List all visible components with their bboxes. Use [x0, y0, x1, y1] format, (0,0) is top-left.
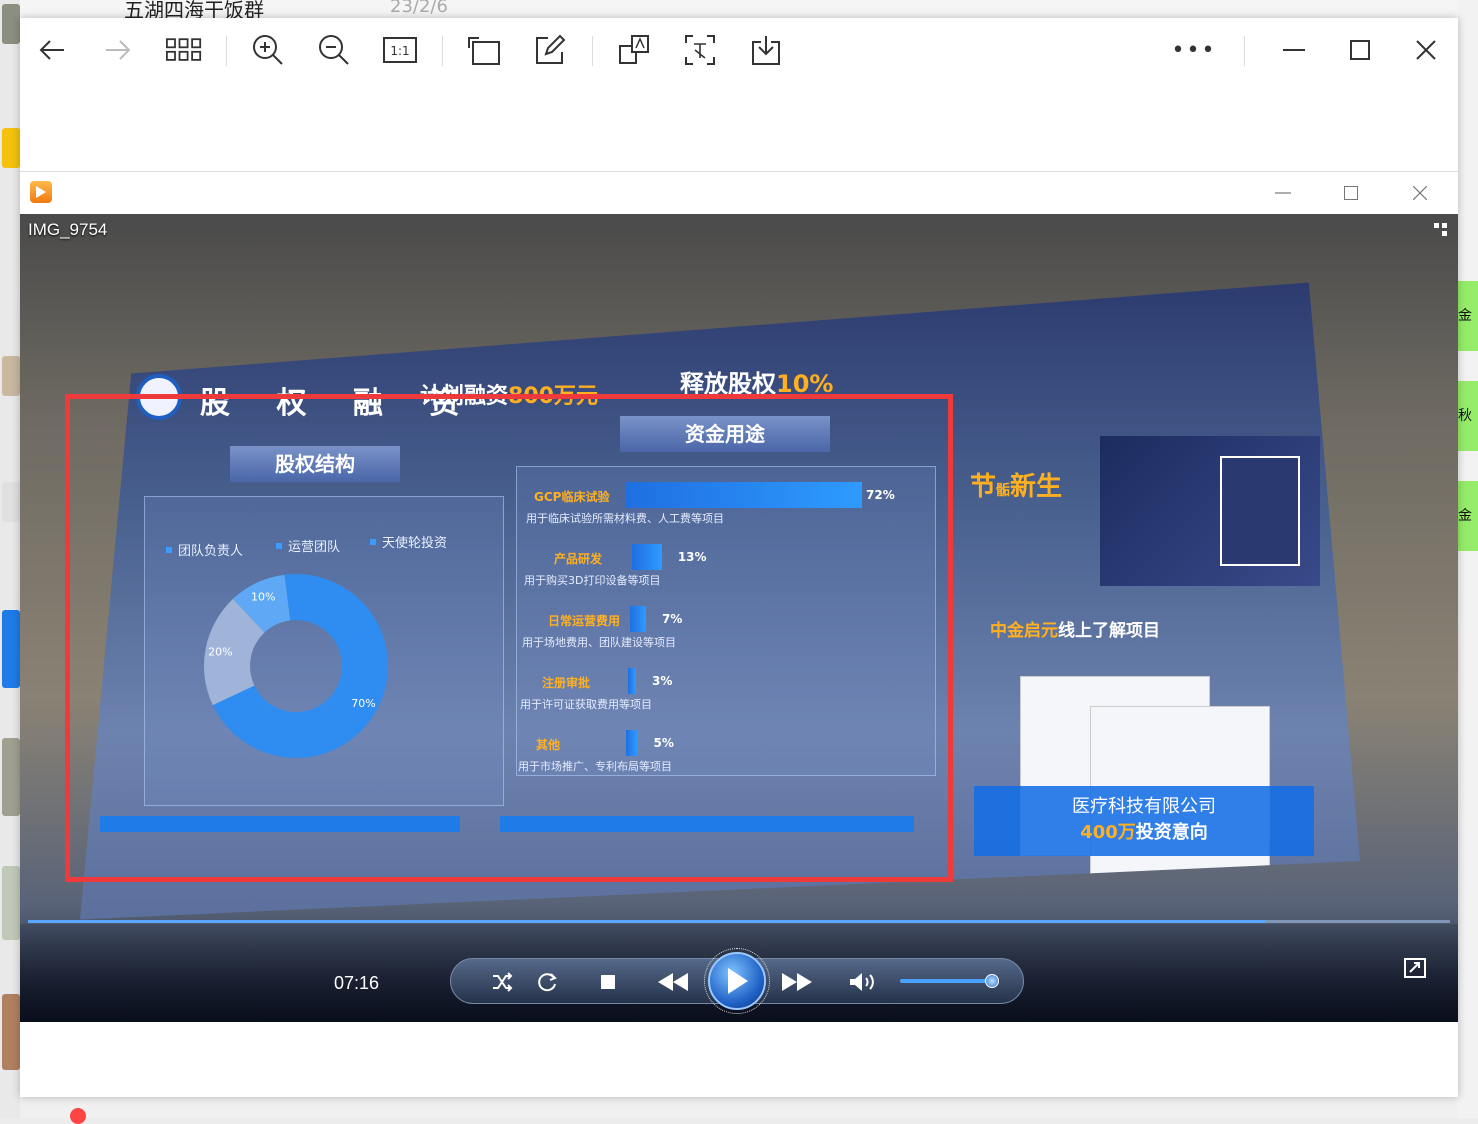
- viewer-toolbar: 1:1 •••: [20, 18, 1458, 84]
- close-icon[interactable]: [1408, 32, 1444, 68]
- zoom-in-icon[interactable]: [250, 32, 286, 68]
- repeat-icon[interactable]: [536, 970, 560, 994]
- poster-video-thumbnail: [1220, 456, 1300, 566]
- media-player-window: 股 权 融 资 计划融资800万元 释放股权10% 股权结构 资金用途 团队负责…: [20, 171, 1458, 1022]
- translate-icon[interactable]: [616, 32, 652, 68]
- player-titlebar: [20, 172, 1458, 214]
- actual-size-label: 1:1: [390, 44, 409, 58]
- chat-avatar: [2, 4, 20, 44]
- player-close-icon[interactable]: [1405, 180, 1435, 206]
- chat-avatar: [2, 738, 20, 816]
- chat-date: 23/2/6: [390, 0, 448, 17]
- seek-bar[interactable]: [28, 920, 1450, 923]
- chat-avatar: [2, 482, 20, 522]
- promo-poster: [1100, 436, 1320, 586]
- volume-level: [900, 979, 992, 983]
- rewind-icon[interactable]: [656, 970, 690, 994]
- right-tagline: 中金启元线上了解项目: [990, 616, 1160, 641]
- video-frame[interactable]: 股 权 融 资 计划融资800万元 释放股权10% 股权结构 资金用途 团队负责…: [20, 214, 1458, 1022]
- rotate-icon[interactable]: [466, 32, 502, 68]
- toolbar-divider: [442, 36, 443, 66]
- more-icon[interactable]: •••: [1172, 32, 1215, 68]
- fullscreen-icon[interactable]: [1404, 958, 1426, 978]
- volume-knob[interactable]: [985, 974, 999, 988]
- seek-bar-progress: [28, 920, 1266, 923]
- investment-intent-banner: 医疗科技有限公司 400万投资意向: [974, 786, 1314, 856]
- play-button[interactable]: [704, 948, 770, 1014]
- chat-avatar: [2, 128, 20, 168]
- extract-text-icon[interactable]: [682, 32, 718, 68]
- player-minimize-icon[interactable]: [1268, 180, 1298, 206]
- chat-avatar: [2, 866, 20, 940]
- notification-dot: [70, 1108, 86, 1124]
- fast-forward-icon[interactable]: [780, 970, 814, 994]
- minimize-icon[interactable]: [1276, 32, 1312, 68]
- background-chat-header: 五湖四海干饭群 23/2/6: [20, 0, 1458, 18]
- tagline-a: 中金启元: [990, 621, 1058, 641]
- tagline-b: 线上了解项目: [1058, 621, 1160, 641]
- volume-slider[interactable]: [900, 974, 1000, 988]
- grip-icon[interactable]: [1434, 222, 1448, 236]
- edit-icon[interactable]: [532, 32, 568, 68]
- download-icon[interactable]: [748, 32, 784, 68]
- banner-amount: 400万: [1080, 822, 1136, 843]
- player-maximize-icon[interactable]: [1336, 180, 1366, 206]
- toolbar-divider: [226, 36, 227, 66]
- background-chat-sidebar: [0, 0, 20, 1118]
- play-icon: [728, 968, 748, 994]
- chat-bubble: 金月: [1458, 281, 1478, 351]
- toolbar-divider: [1244, 36, 1245, 66]
- chat-bubble: 金月: [1458, 481, 1478, 551]
- background-chat-messages: [1458, 0, 1478, 1118]
- back-arrow-icon[interactable]: [34, 32, 70, 68]
- player-app-icon: [30, 181, 52, 203]
- maximize-icon[interactable]: [1342, 32, 1378, 68]
- volume-icon[interactable]: [848, 970, 878, 994]
- banner-intent-rest: 投资意向: [1135, 822, 1208, 843]
- right-slide-area: 节骺新生 中金启元线上了解项目 医疗科技有限公司 400万投资意向: [960, 426, 1340, 906]
- actual-size-icon[interactable]: 1:1: [382, 32, 418, 68]
- chat-avatar: [2, 994, 20, 1070]
- grid-view-icon[interactable]: [166, 32, 202, 68]
- video-filename: IMG_9754: [28, 220, 108, 239]
- banner-intent: 400万投资意向: [974, 818, 1314, 844]
- playback-time: 07:16: [334, 973, 380, 993]
- red-highlight-box: [65, 394, 953, 882]
- headline-small: 骺: [996, 483, 1011, 499]
- forward-arrow-icon[interactable]: [100, 32, 136, 68]
- chat-title: 五湖四海干饭群: [124, 0, 264, 18]
- toolbar-divider: [592, 36, 593, 66]
- chat-avatar: [2, 610, 20, 688]
- headline-b: 新生: [1010, 472, 1063, 502]
- right-headline: 节骺新生: [970, 466, 1062, 503]
- zoom-out-icon[interactable]: [316, 32, 352, 68]
- background-chat-footer: [20, 1097, 1458, 1118]
- shuffle-icon[interactable]: [490, 970, 514, 994]
- image-viewer-window: 1:1 ••• 股 权 融 资 计划融资800万元 释放股权10% 股权结构 资…: [20, 18, 1458, 1097]
- headline-a: 节: [970, 472, 997, 502]
- banner-company: 医疗科技有限公司: [1072, 796, 1216, 817]
- stop-icon[interactable]: [598, 972, 618, 992]
- chat-avatar: [2, 356, 20, 396]
- chat-bubble: 秋: [1458, 381, 1478, 451]
